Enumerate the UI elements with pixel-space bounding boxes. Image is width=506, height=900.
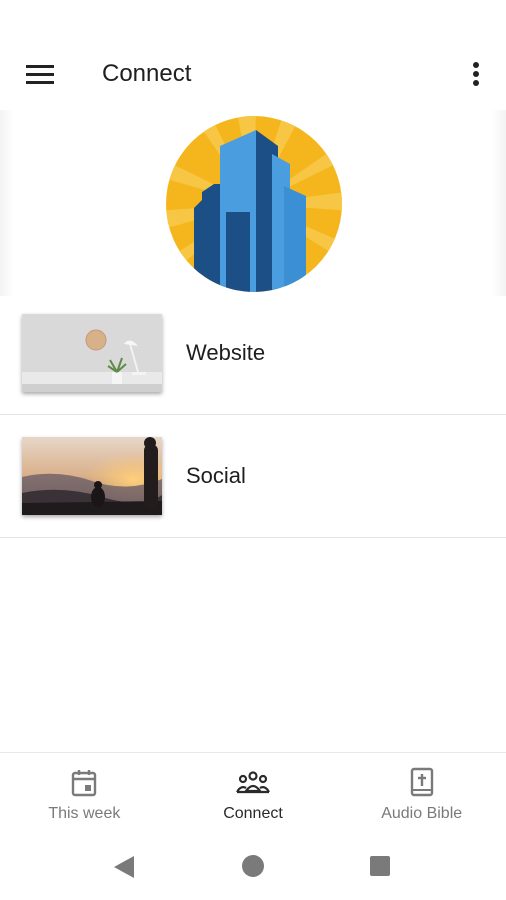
building-sunburst-logo [166,116,342,292]
people-sunset-hills-photo [22,437,162,515]
nav-connect[interactable]: Connect [169,753,338,837]
calendar-icon [72,770,97,797]
hamburger-menu-icon [26,65,54,84]
app-bar: Connect [0,40,506,108]
more-vert-icon [473,62,479,86]
bible-icon [410,767,433,797]
more-options-button[interactable] [458,56,494,92]
circle-home-icon[interactable] [242,855,264,877]
connect-list: Website Social [0,298,506,538]
desk-plant-lamp-photo [22,314,162,392]
nav-this-week[interactable]: This week [0,753,169,837]
list-item-social[interactable]: Social [0,415,506,538]
triangle-back-icon[interactable] [112,854,136,880]
square-recents-icon[interactable] [370,856,390,876]
list-item-website[interactable]: Website [0,298,506,415]
menu-button[interactable] [18,56,62,92]
nav-label: Audio Bible [381,805,463,822]
bottom-navigation: This week Connect Audio Bible [0,752,506,837]
list-item-label: Social [186,463,246,488]
list-item-label: Website [186,340,266,365]
nav-label: Connect [223,805,283,822]
header-banner [0,110,506,296]
nav-audio-bible[interactable]: Audio Bible [337,753,506,837]
page-title: Connect [102,60,192,87]
nav-label: This week [48,805,121,822]
system-navigation-bar [0,836,506,900]
people-group-icon [236,771,270,794]
